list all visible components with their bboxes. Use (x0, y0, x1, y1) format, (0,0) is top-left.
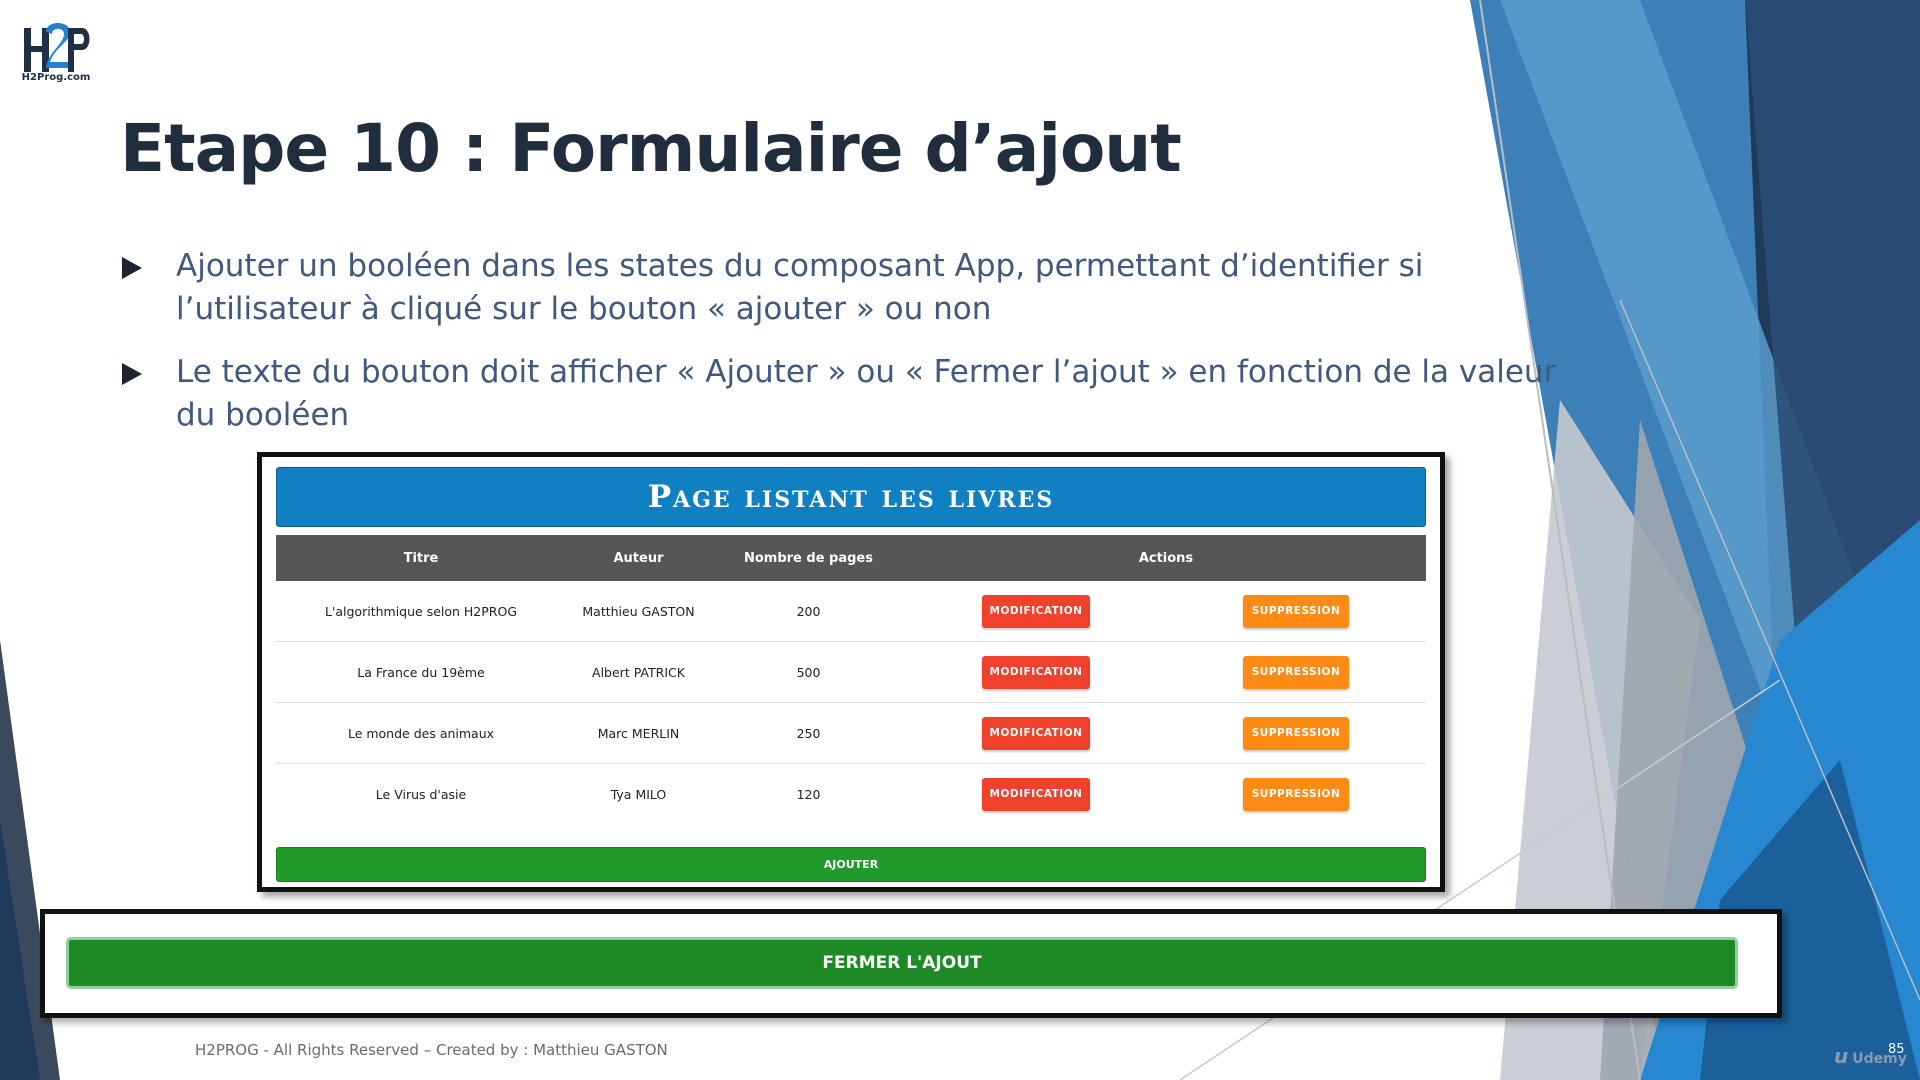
table-header-row: Titre Auteur Nombre de pages Actions (276, 535, 1426, 581)
modify-button[interactable]: MODIFICATION (982, 777, 1090, 811)
column-header-titre: Titre (276, 535, 566, 581)
table-row: L'algorithmique selon H2PROG Matthieu GA… (276, 581, 1426, 642)
cell-modify: MODIFICATION (906, 581, 1166, 642)
bullet-text: Le texte du bouton doit afficher « Ajout… (176, 354, 1557, 433)
app-header: Page listant les livres (276, 467, 1426, 527)
slide-title: Etape 10 : Formulaire d’ajout (120, 110, 1182, 187)
app-screenshot-books-list: Page listant les livres Titre Auteur Nom… (257, 452, 1445, 892)
cell-delete: SUPPRESSION (1166, 702, 1426, 764)
column-header-pages: Nombre de pages (711, 535, 906, 581)
footer-copyright: H2PROG - All Rights Reserved – Created b… (195, 1041, 668, 1059)
cell-titre: L'algorithmique selon H2PROG (276, 581, 566, 642)
cell-pages: 200 (711, 581, 906, 642)
cell-auteur: Marc MERLIN (566, 702, 711, 764)
modify-button[interactable]: MODIFICATION (982, 716, 1090, 750)
cell-pages: 500 (711, 641, 906, 703)
cell-pages: 250 (711, 702, 906, 764)
bullet-list: Ajouter un booléen dans les states du co… (120, 245, 1560, 457)
h2p-logo-icon (24, 23, 90, 72)
table-row: Le monde des animaux Marc MERLIN 250 MOD… (276, 702, 1426, 764)
cell-auteur: Albert PATRICK (566, 641, 711, 703)
cell-auteur: Tya MILO (610, 786, 667, 802)
table-row: Le Virus d'asie Tya MILO 120 MODIFICATIO… (276, 764, 1426, 825)
page-number: 85 (1888, 1042, 1905, 1057)
triangle-bullet-icon (122, 363, 142, 385)
cell-delete: SUPPRESSION (1166, 581, 1426, 642)
delete-button[interactable]: SUPPRESSION (1243, 716, 1349, 750)
delete-button[interactable]: SUPPRESSION (1243, 777, 1349, 811)
app-title: Page listant les livres (647, 479, 1055, 515)
cell-delete: SUPPRESSION (1166, 641, 1426, 703)
add-button[interactable]: AJOUTER (276, 847, 1426, 882)
h2prog-logo: H2Prog.com (16, 18, 96, 88)
app-screenshot-close-add: FERMER L'AJOUT (40, 909, 1782, 1018)
cell-modify: MODIFICATION (906, 702, 1166, 764)
table-row: La France du 19ème Albert PATRICK 500 MO… (276, 641, 1426, 703)
cell-pages: 120 (796, 786, 821, 802)
delete-button[interactable]: SUPPRESSION (1243, 655, 1349, 689)
modify-button[interactable]: MODIFICATION (982, 655, 1090, 689)
cell-modify: MODIFICATION (906, 764, 1166, 825)
cell-titre: Le Virus d'asie (375, 786, 467, 802)
cell-modify: MODIFICATION (906, 641, 1166, 703)
column-header-auteur: Auteur (566, 535, 711, 581)
bullet-item: Le texte du bouton doit afficher « Ajout… (120, 351, 1560, 437)
modify-button[interactable]: MODIFICATION (982, 594, 1090, 628)
cell-delete: SUPPRESSION (1166, 764, 1426, 825)
logo-url-text: H2Prog.com (21, 72, 91, 83)
triangle-bullet-icon (122, 257, 142, 279)
cell-titre: Le monde des animaux (276, 702, 566, 764)
cell-titre: La France du 19ème (276, 641, 566, 703)
udemy-logo-icon: u (1834, 1044, 1849, 1068)
bullet-item: Ajouter un booléen dans les states du co… (120, 245, 1560, 331)
bullet-text: Ajouter un booléen dans les states du co… (176, 248, 1424, 327)
column-header-actions: Actions (906, 535, 1426, 581)
close-add-button[interactable]: FERMER L'AJOUT (66, 937, 1738, 989)
books-table: Titre Auteur Nombre de pages Actions L'a… (276, 535, 1426, 824)
delete-button[interactable]: SUPPRESSION (1243, 594, 1349, 628)
cell-auteur: Matthieu GASTON (566, 581, 711, 642)
